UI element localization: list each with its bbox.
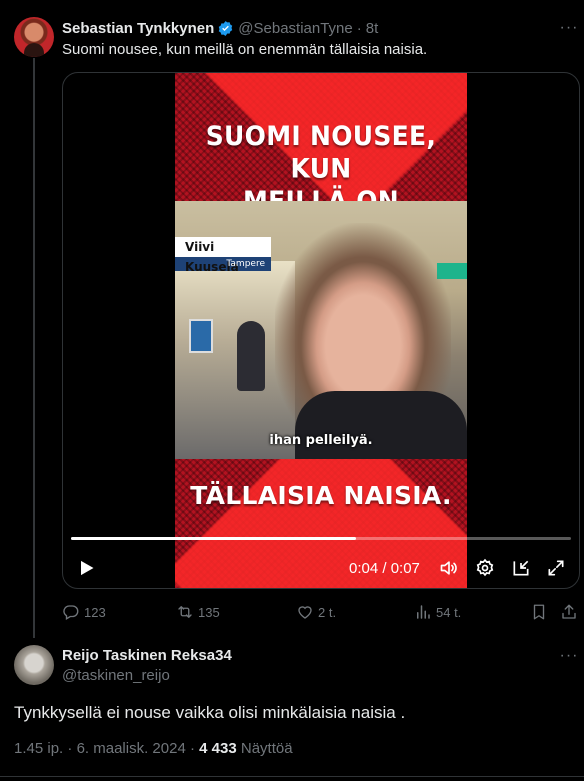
- repost-button[interactable]: 135: [176, 601, 220, 623]
- lower-third-name: Viivi Kuusela: [175, 237, 271, 274]
- repost-count: 135: [198, 604, 220, 620]
- fullscreen-icon[interactable]: [545, 557, 567, 579]
- tweet-time[interactable]: 8t: [366, 20, 379, 37]
- pip-icon[interactable]: [510, 557, 532, 579]
- share-button[interactable]: [560, 601, 582, 623]
- reply-author-handle[interactable]: @taskinen_reijo: [62, 667, 170, 684]
- dot-separator: ·: [189, 740, 195, 757]
- like-count: 2 t.: [318, 604, 337, 620]
- interview-frame: Viivi Kuusela Tampere ihan pelleilyä.: [175, 201, 467, 459]
- video-progress-bar[interactable]: [71, 537, 571, 540]
- like-button[interactable]: 2 t.: [296, 601, 336, 623]
- tweet-header: Sebastian Tynkkynen @SebastianTyne · 8t: [62, 18, 378, 38]
- author-handle[interactable]: @SebastianTyne: [238, 20, 352, 37]
- views-count: 54 t.: [436, 604, 462, 620]
- more-options-icon[interactable]: ···: [560, 19, 578, 37]
- lower-third: Viivi Kuusela Tampere: [175, 237, 271, 274]
- bookmark-icon: [533, 604, 545, 620]
- author-name[interactable]: Sebastian Tynkkynen: [62, 20, 214, 37]
- avatar[interactable]: [14, 17, 54, 57]
- settings-icon[interactable]: [474, 557, 496, 579]
- passerby: [237, 321, 265, 391]
- video-subtitle: ihan pelleilyä.: [269, 433, 373, 448]
- views-button[interactable]: 54 t.: [414, 601, 461, 623]
- interviewee-coat: [295, 391, 467, 459]
- video-controls: 0:04 / 0:07: [63, 553, 579, 583]
- info-screen: [189, 319, 213, 353]
- video-progress-fill: [71, 537, 356, 540]
- reply-views-count: 4 433: [199, 740, 237, 757]
- verified-badge-icon: [217, 20, 234, 37]
- heart-icon: [298, 606, 312, 619]
- bookmark-button[interactable]: [530, 601, 552, 623]
- tweet-text: Suomi nousee, kun meillä on enemmän täll…: [62, 41, 428, 58]
- reply-views-label: Näyttöä: [240, 740, 293, 757]
- share-icon: [562, 604, 576, 619]
- video-player[interactable]: SUOMI NOUSEE, KUN MEILLÄ ON ENEMMÄN Viiv…: [62, 72, 580, 589]
- reply-time[interactable]: 1.45 ip.: [14, 740, 63, 757]
- reply-meta: 1.45 ip. · 6. maalisk. 2024 · 4 433 Näyt…: [14, 740, 293, 757]
- video-caption-bottom: TÄLLAISIA NAISIA.: [190, 481, 452, 510]
- avatar[interactable]: [14, 645, 54, 685]
- reply-button[interactable]: 123: [62, 601, 106, 623]
- play-icon[interactable]: [75, 557, 97, 579]
- video-frame: SUOMI NOUSEE, KUN MEILLÄ ON ENEMMÄN Viiv…: [175, 73, 467, 588]
- dot-separator: ·: [67, 740, 73, 757]
- video-time: 0:04 / 0:07: [349, 560, 420, 577]
- dot-separator: ·: [356, 19, 362, 37]
- volume-icon[interactable]: [438, 557, 460, 579]
- divider: [0, 776, 584, 777]
- reply-text: Tynkkysellä ei nouse vaikka olisi minkäl…: [14, 703, 406, 722]
- reply-count: 123: [84, 604, 106, 620]
- reply-date[interactable]: 6. maalisk. 2024: [77, 740, 186, 757]
- reply-author-name[interactable]: Reijo Taskinen Reksa34: [62, 647, 232, 664]
- views-icon: [417, 605, 430, 619]
- thread-line: [33, 58, 35, 638]
- reply-icon: [63, 605, 79, 620]
- repost-icon: [178, 606, 192, 618]
- caption-line: SUOMI NOUSEE, KUN: [205, 120, 437, 184]
- more-options-icon[interactable]: ···: [560, 647, 578, 665]
- tweet-actions: 123 135 2 t. 54 t.: [62, 601, 582, 623]
